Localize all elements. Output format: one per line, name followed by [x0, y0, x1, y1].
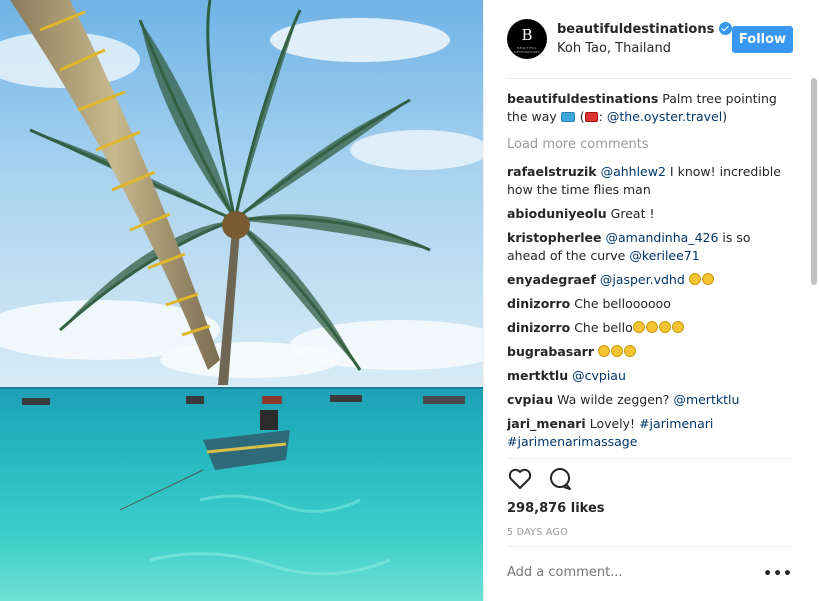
list-item: kristopherlee @amandinha_426 is so ahead…: [507, 229, 793, 265]
list-item: rafaelstruzik @ahhlew2 I know! incredibl…: [507, 163, 793, 199]
comment-user[interactable]: rafaelstruzik: [507, 164, 597, 179]
comment-mention[interactable]: @amandinha_426: [605, 230, 718, 245]
grin-emoji-icon: [671, 321, 684, 333]
post-username[interactable]: beautifuldestinations: [557, 22, 733, 37]
caption-paren-close: ): [722, 109, 728, 124]
caption-colon: :: [598, 109, 603, 124]
divider: [507, 546, 793, 547]
camera-emoji-icon: [584, 112, 598, 122]
scrollbar[interactable]: [810, 0, 818, 601]
caption-mention[interactable]: @the.oyster.travel: [607, 109, 722, 124]
likes-count[interactable]: 298,876 likes: [507, 501, 605, 516]
list-item: abioduniyeolu Great !: [507, 205, 793, 223]
list-item: bugrabasarr: [507, 343, 793, 361]
comment-mention[interactable]: @mertktlu: [673, 392, 739, 407]
comment-user[interactable]: jari_menari: [507, 416, 586, 431]
verified-badge-icon: [719, 22, 733, 35]
comment-user[interactable]: dinizorro: [507, 320, 570, 335]
follow-button[interactable]: Follow: [732, 26, 793, 53]
comment-user[interactable]: mertktlu: [507, 368, 568, 383]
comment-text: Lovely!: [589, 416, 636, 431]
comment-icon[interactable]: [547, 466, 573, 492]
comment-user[interactable]: dinizorro: [507, 296, 570, 311]
comments-list[interactable]: beautifuldestinations Palm tree pointing…: [507, 90, 793, 458]
comment-user[interactable]: bugrabasarr: [507, 344, 594, 359]
comment-hashtag[interactable]: #jarimenari: [639, 416, 713, 431]
avatar[interactable]: B BEAUTIFUL DESTINATIONS: [507, 19, 547, 59]
scream-emoji-icon: [688, 273, 701, 285]
caption-paren-open: (: [579, 109, 585, 124]
comment-text: Great !: [610, 206, 655, 221]
scrollbar-thumb[interactable]: [811, 78, 817, 285]
avatar-logo-letter: B: [521, 26, 533, 44]
post-username-text[interactable]: beautifuldestinations: [557, 22, 714, 37]
comment-user[interactable]: cvpiau: [507, 392, 553, 407]
grin-emoji-icon: [632, 321, 645, 333]
heart-eyes-emoji-icon: [610, 345, 623, 357]
heart-eyes-emoji-icon: [623, 345, 636, 357]
comment-mention[interactable]: @cvpiau: [572, 368, 626, 383]
comment-mention[interactable]: @ahhlew2: [601, 164, 666, 179]
list-item: dinizorro Che bello: [507, 319, 793, 337]
comment-user[interactable]: abioduniyeolu: [507, 206, 607, 221]
post-header: B BEAUTIFUL DESTINATIONS beautifuldestin…: [507, 0, 793, 79]
load-more-comments[interactable]: Load more comments: [507, 136, 793, 154]
list-item: mertktlu @cvpiau: [507, 367, 793, 385]
list-item: jari_menari Lovely! #jarimenari #jarimen…: [507, 415, 793, 451]
comment-text: Che bello: [574, 320, 633, 335]
comment-user[interactable]: enyadegraef: [507, 272, 596, 287]
heart-icon[interactable]: [507, 466, 533, 492]
heart-eyes-emoji-icon: [597, 345, 610, 357]
list-item: dinizorro Che belloooooo: [507, 295, 793, 313]
comment-mention[interactable]: @jasper.vdhd: [600, 272, 685, 287]
add-comment-input[interactable]: [507, 565, 767, 580]
post-location[interactable]: Koh Tao, Thailand: [557, 41, 671, 56]
more-options-icon[interactable]: •••: [763, 566, 793, 582]
divider: [507, 458, 793, 459]
avatar-logo-text: BEAUTIFUL DESTINATIONS: [514, 46, 540, 54]
wave-emoji-icon: [560, 112, 575, 122]
palm-beach-image: [0, 0, 483, 601]
scream-emoji-icon: [701, 273, 714, 285]
grin-emoji-icon: [645, 321, 658, 333]
list-item: cvpiau Wa wilde zeggen? @mertktlu: [507, 391, 793, 409]
post-details-panel: B BEAUTIFUL DESTINATIONS beautifuldestin…: [483, 0, 819, 601]
comment-user[interactable]: kristopherlee: [507, 230, 602, 245]
grin-emoji-icon: [658, 321, 671, 333]
list-item: enyadegraef @jasper.vdhd: [507, 271, 793, 289]
caption: beautifuldestinations Palm tree pointing…: [507, 90, 793, 126]
caption-user[interactable]: beautifuldestinations: [507, 91, 658, 106]
comment-text: Che belloooooo: [574, 296, 671, 311]
comment-text: Wa wilde zeggen?: [557, 392, 670, 407]
comment-mention[interactable]: @kerilee71: [629, 248, 699, 263]
comment-hashtag[interactable]: #jarimenarimassage: [507, 434, 637, 449]
post-photo[interactable]: [0, 0, 483, 601]
post-timestamp[interactable]: 5 DAYS AGO: [507, 527, 568, 538]
